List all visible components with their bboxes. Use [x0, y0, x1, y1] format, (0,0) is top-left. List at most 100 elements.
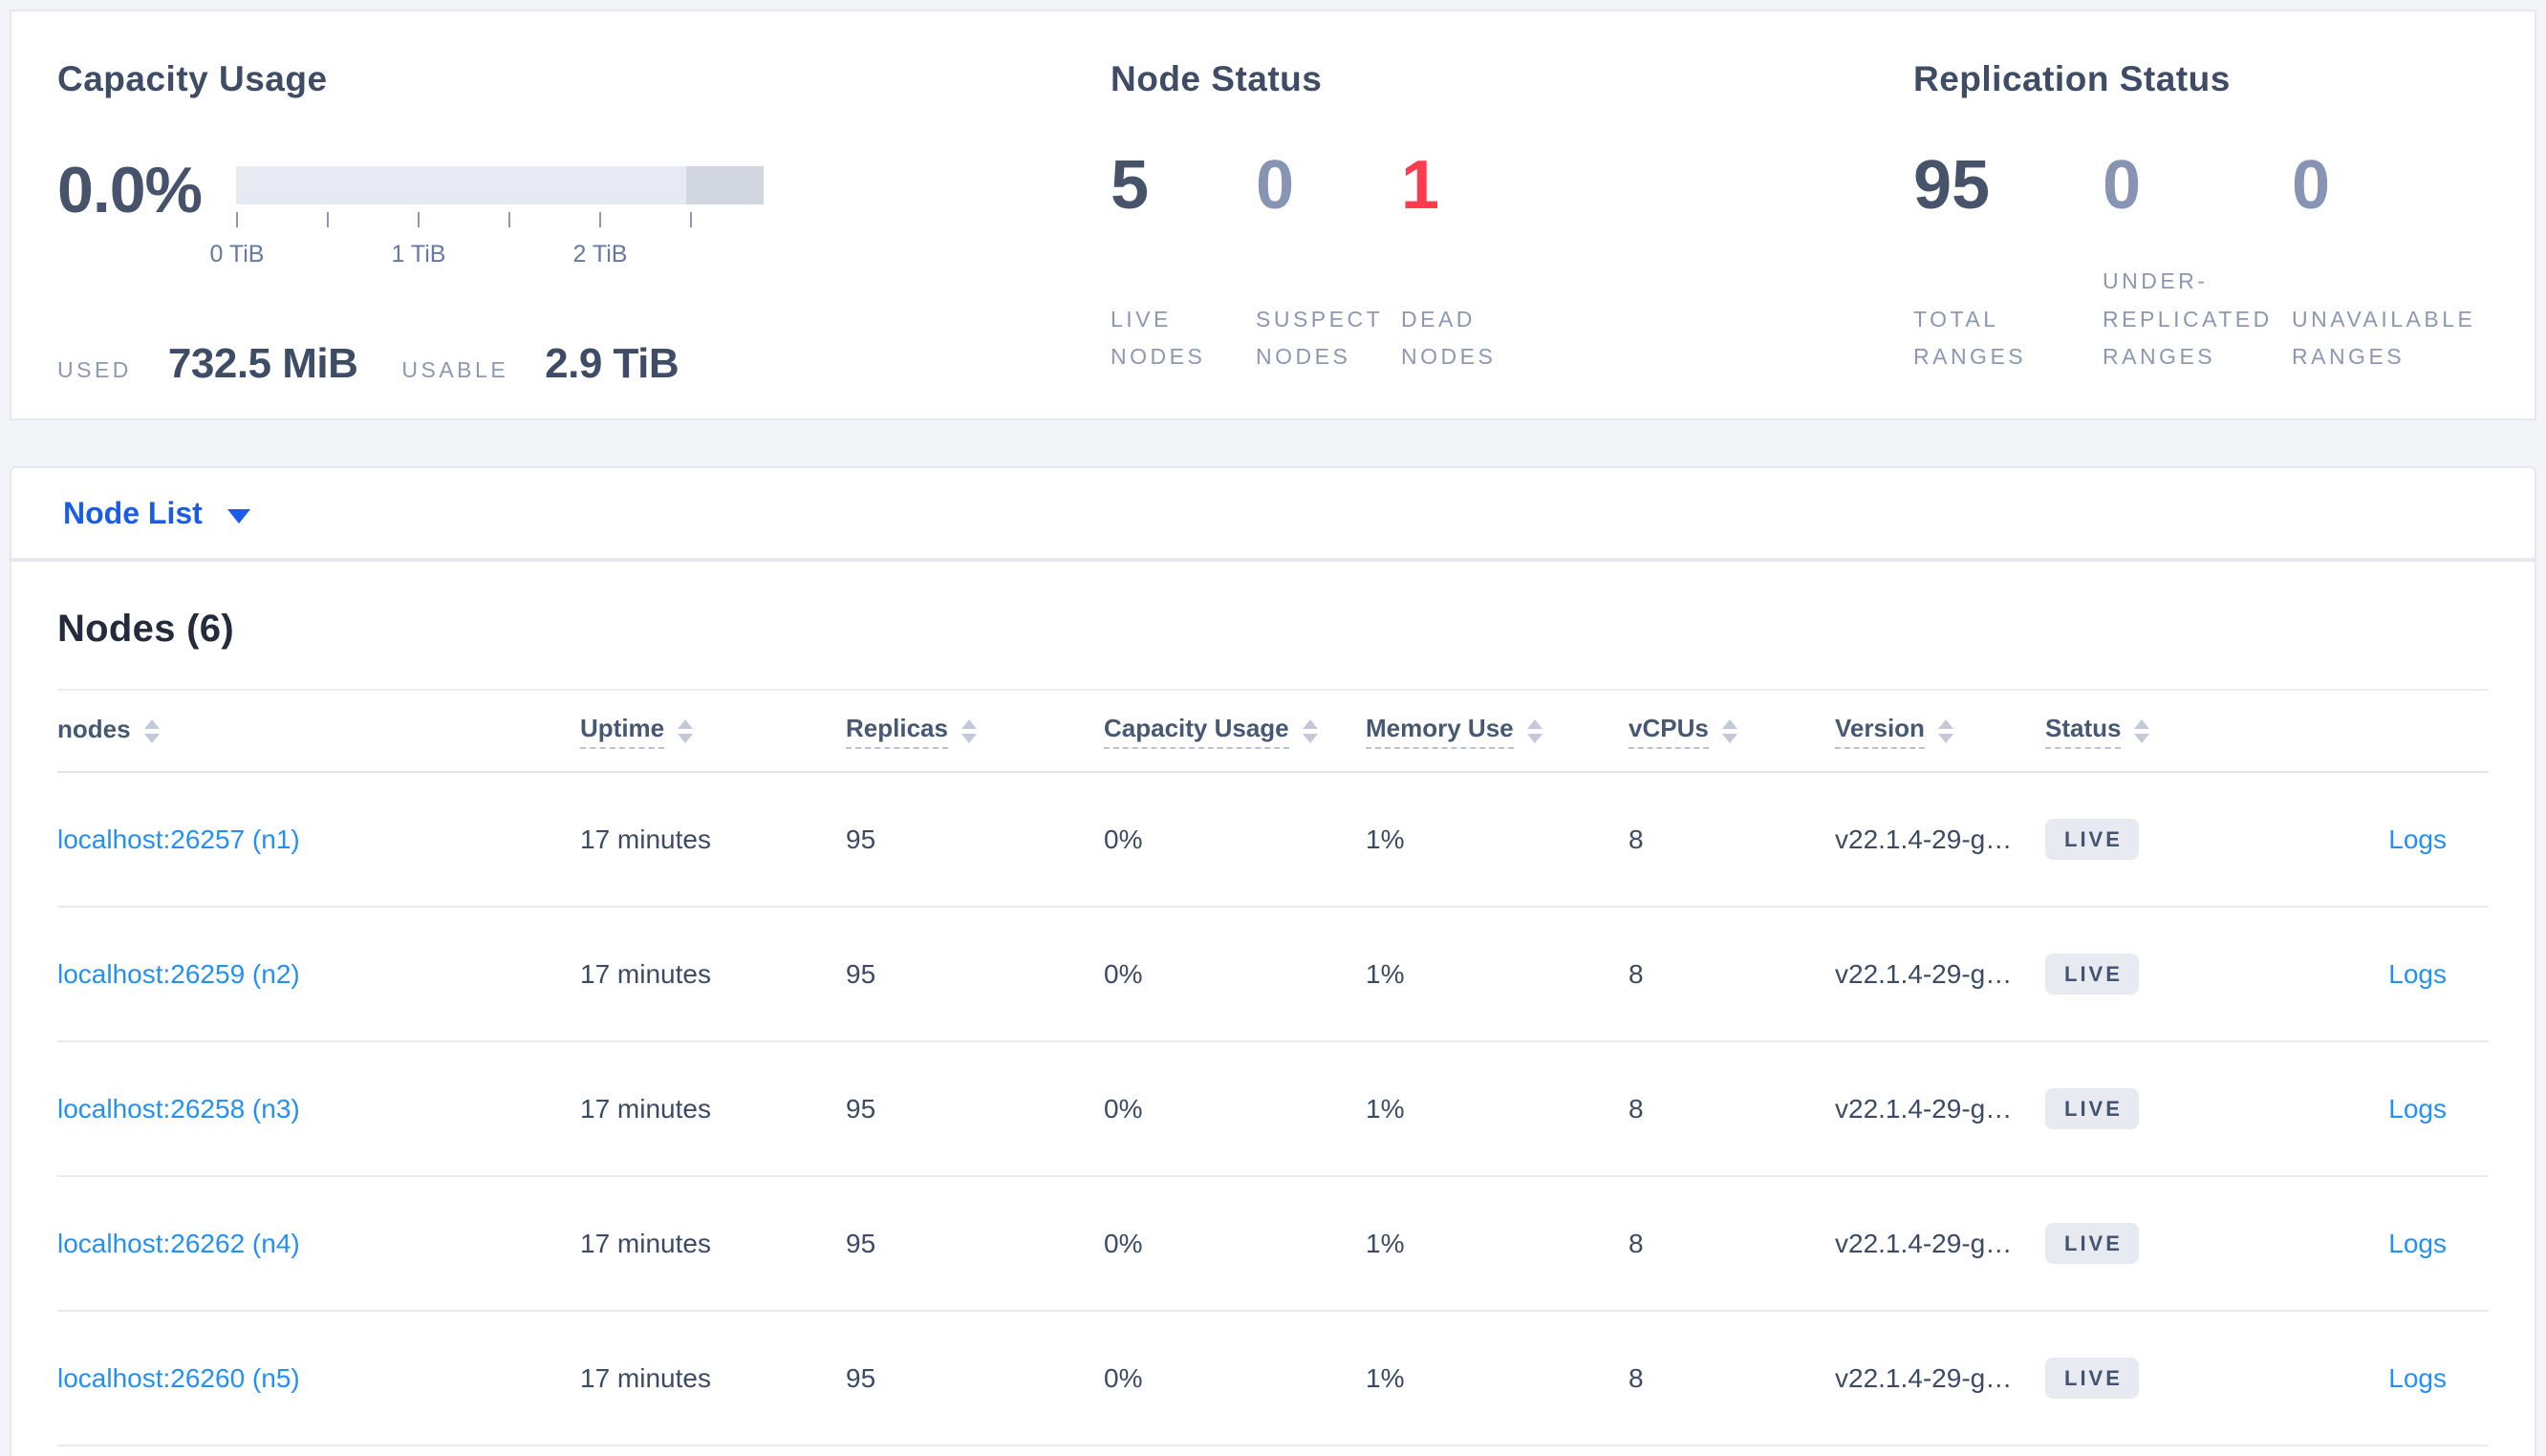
capacity-usage-section: Capacity Usage 0.0% 0 TiB 1 TiB 2 TiB US…	[11, 11, 1111, 418]
capacity-usage-chart: 0.0% 0 TiB 1 TiB 2 TiB	[57, 155, 1111, 279]
capacity-axis-label: 2 TiB	[572, 241, 628, 268]
capacity-axis-label: 0 TiB	[209, 241, 265, 268]
total-ranges-value: 95	[1913, 147, 1991, 224]
replicas-cell: 95	[846, 958, 876, 989]
replicas-cell: 95	[846, 1362, 876, 1393]
view-selector-bar: Node List	[10, 466, 2536, 560]
suspect-nodes-stat: 0 SUSPECT NODES	[1256, 151, 1401, 376]
column-header-replicas[interactable]: Replicas	[846, 714, 1104, 749]
uptime-cell: 17 minutes	[580, 824, 711, 854]
under-replicated-ranges-stat: 0 UNDER-REPLICATED RANGES	[2103, 151, 2292, 376]
column-header-uptime[interactable]: Uptime	[580, 714, 846, 749]
capacity-axis-tick	[327, 212, 329, 227]
logs-link[interactable]: Logs	[2388, 959, 2447, 990]
capacity-stats-row: USED 732.5 MiB USABLE 2.9 TiB	[57, 340, 1111, 388]
sort-icon	[1721, 718, 1737, 743]
summary-panel: Capacity Usage 0.0% 0 TiB 1 TiB 2 TiB US…	[10, 10, 2536, 420]
node-link[interactable]: localhost:26262 (n4)	[57, 1229, 300, 1258]
sort-icon	[1937, 718, 1953, 743]
logs-link[interactable]: Logs	[2388, 1229, 2447, 1259]
version-cell: v22.1.4-29-g…	[1835, 1362, 2013, 1393]
replicas-cell: 95	[846, 1093, 876, 1124]
column-header-label: Capacity Usage	[1104, 714, 1289, 749]
usable-value: 2.9 TiB	[545, 340, 680, 387]
node-link[interactable]: localhost:26259 (n2)	[57, 959, 300, 989]
version-cell: v22.1.4-29-g…	[1835, 1093, 2013, 1124]
memory-cell: 1%	[1366, 824, 1405, 854]
status-badge: LIVE	[2045, 819, 2139, 860]
column-header-version[interactable]: Version	[1835, 714, 2045, 749]
logs-link[interactable]: Logs	[2388, 1363, 2447, 1394]
node-link[interactable]: localhost:26258 (n3)	[57, 1094, 300, 1124]
vcpus-cell: 8	[1629, 824, 1644, 854]
sort-icon	[678, 718, 694, 743]
node-status-section: Node Status 5 LIVE NODES 0 SUSPECT NODES…	[1111, 11, 1913, 418]
column-header-label: Version	[1835, 714, 1925, 749]
under-replicated-ranges-value: 0	[2103, 147, 2142, 224]
memory-cell: 1%	[1366, 958, 1405, 989]
sort-icon	[960, 718, 977, 743]
table-header-row: nodes Uptime Replicas Capacity Usage Mem…	[57, 689, 2489, 773]
total-ranges-label: TOTAL RANGES	[1913, 306, 2027, 370]
node-link[interactable]: localhost:26260 (n5)	[57, 1363, 300, 1393]
logs-link[interactable]: Logs	[2388, 1094, 2447, 1124]
capacity-axis-tick	[418, 212, 420, 227]
vcpus-cell: 8	[1629, 1362, 1644, 1393]
chevron-down-icon	[227, 508, 250, 524]
total-ranges-stat: 95 TOTAL RANGES	[1913, 151, 2103, 376]
vcpus-cell: 8	[1629, 1093, 1644, 1124]
vcpus-cell: 8	[1629, 1228, 1644, 1258]
live-nodes-label: LIVE NODES	[1111, 306, 1206, 370]
node-link[interactable]: localhost:26257 (n1)	[57, 824, 300, 854]
used-label: USED	[57, 357, 132, 382]
node-status-title: Node Status	[1111, 59, 1323, 98]
capacity-axis-tick	[599, 212, 601, 227]
replicas-cell: 95	[846, 824, 876, 854]
status-badge: LIVE	[2045, 1223, 2139, 1264]
column-header-status[interactable]: Status	[2045, 714, 2255, 749]
uptime-cell: 17 minutes	[580, 958, 711, 989]
unavailable-ranges-label: UNAVAILABLE RANGES	[2292, 306, 2476, 370]
capacity-bar-end-segment	[685, 166, 764, 204]
memory-cell: 1%	[1366, 1093, 1405, 1124]
column-header-capacity-usage[interactable]: Capacity Usage	[1104, 714, 1366, 749]
column-header-label: nodes	[57, 714, 131, 743]
node-list-dropdown[interactable]: Node List	[63, 496, 250, 531]
capacity-percent-value: 0.0%	[57, 154, 203, 226]
capacity-bar-block: 0 TiB 1 TiB 2 TiB	[210, 166, 764, 279]
status-badge: LIVE	[2045, 1358, 2139, 1399]
replicas-cell: 95	[846, 1228, 876, 1258]
column-header-label: Uptime	[580, 714, 665, 749]
memory-cell: 1%	[1366, 1228, 1405, 1258]
status-badge: LIVE	[2045, 953, 2139, 995]
capacity-cell: 0%	[1104, 824, 1143, 854]
capacity-cell: 0%	[1104, 1228, 1143, 1258]
cluster-overview-page: { "summary": { "capacity": { "title": "C…	[0, 0, 2546, 1456]
replication-status-title: Replication Status	[1913, 59, 2231, 98]
capacity-cell: 0%	[1104, 1362, 1143, 1393]
capacity-axis-tick	[236, 212, 238, 227]
capacity-axis: 0 TiB 1 TiB 2 TiB	[210, 212, 764, 279]
sort-icon	[2134, 718, 2150, 743]
sort-icon	[1526, 718, 1543, 743]
logs-link[interactable]: Logs	[2388, 824, 2447, 855]
column-header-memory-use[interactable]: Memory Use	[1366, 714, 1629, 749]
uptime-cell: 17 minutes	[580, 1093, 711, 1124]
live-nodes-stat: 5 LIVE NODES	[1111, 151, 1256, 376]
table-row: localhost:26262 (n4) 17 minutes 95 0% 1%…	[57, 1177, 2489, 1312]
replication-stats: 95 TOTAL RANGES 0 UNDER-REPLICATED RANGE…	[1913, 151, 2535, 376]
dead-nodes-stat: 1 DEAD NODES	[1401, 151, 1546, 376]
node-status-stats: 5 LIVE NODES 0 SUSPECT NODES 1 DEAD NODE…	[1111, 151, 1913, 376]
used-value: 732.5 MiB	[167, 340, 358, 387]
uptime-cell: 17 minutes	[580, 1362, 711, 1393]
column-header-nodes[interactable]: nodes	[57, 715, 580, 748]
dead-nodes-value: 1	[1401, 147, 1440, 224]
suspect-nodes-label: SUSPECT NODES	[1256, 306, 1383, 370]
column-header-vcpus[interactable]: vCPUs	[1629, 714, 1835, 749]
suspect-nodes-value: 0	[1256, 147, 1295, 224]
column-header-label: Memory Use	[1366, 714, 1514, 749]
version-cell: v22.1.4-29-g…	[1835, 958, 2013, 989]
live-nodes-value: 5	[1111, 147, 1150, 224]
capacity-bar	[236, 166, 764, 204]
version-cell: v22.1.4-29-g…	[1835, 1228, 2013, 1258]
